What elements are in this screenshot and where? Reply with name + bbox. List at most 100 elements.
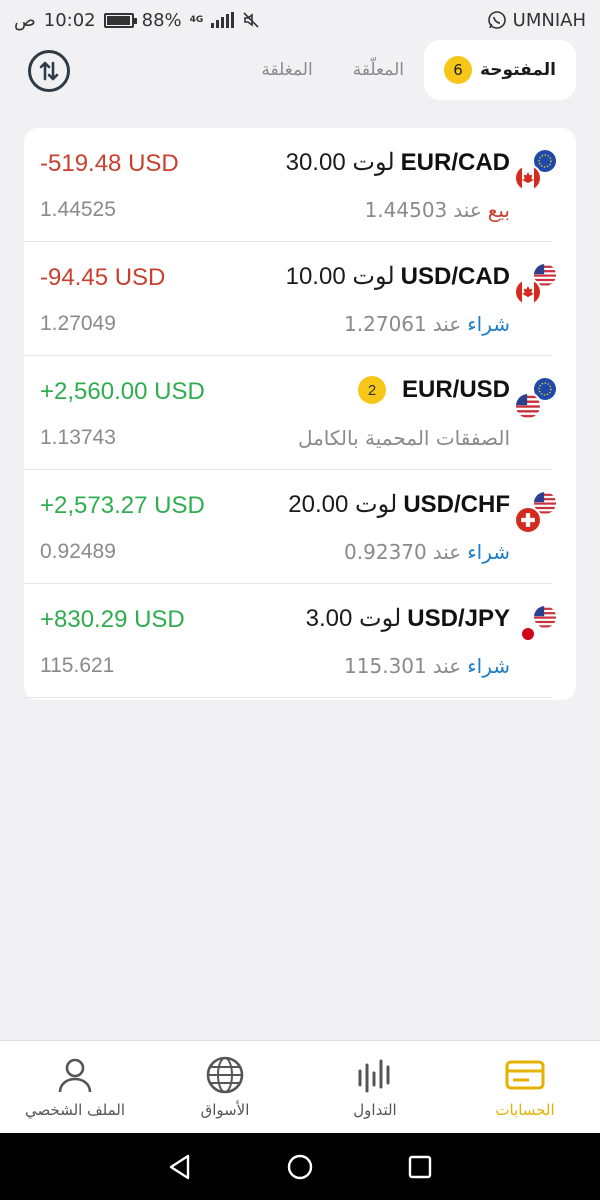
nav-trading-label: التداول bbox=[353, 1101, 397, 1119]
position-title: 10.00 لوت USD/CAD bbox=[286, 262, 510, 291]
status-bar: ص 10:02 88% 4G UMNIAH bbox=[0, 0, 600, 40]
position-lots: 30.00 لوت bbox=[285, 149, 395, 176]
bottom-nav: الملف الشخصي الأسواق التداول الحسابات bbox=[0, 1040, 600, 1133]
japan-flag-icon bbox=[514, 620, 542, 648]
status-time: 10:02 bbox=[43, 9, 96, 31]
position-current-price: 115.621 bbox=[40, 654, 115, 677]
position-row-usdjpy[interactable]: +830.29 USD 115.621 3.00 لوت USD/JPY شرا… bbox=[24, 584, 576, 698]
position-title: 2 EUR/USD bbox=[357, 376, 510, 404]
position-subtitle: الصفقات المحمية بالكامل bbox=[298, 426, 510, 450]
carrier-name: UMNIAH bbox=[512, 9, 586, 31]
positions-card: -519.48 USD 1.44525 30.00 لوت EUR/CAD بي… bbox=[24, 128, 576, 700]
signal-icon bbox=[211, 12, 235, 28]
network-type: 4G bbox=[189, 14, 204, 25]
position-count-badge: 2 bbox=[357, 376, 386, 404]
position-title: 20.00 لوت USD/CHF bbox=[288, 490, 510, 519]
tabs-bar: المغلقة المعلّقة 6 المفتوحة bbox=[241, 40, 576, 100]
recents-icon[interactable] bbox=[406, 1153, 434, 1181]
swiss-flag-icon bbox=[514, 506, 542, 534]
position-open-price: 115.301 bbox=[344, 654, 427, 678]
currency-flags bbox=[514, 148, 558, 192]
position-symbol: USD/JPY bbox=[407, 604, 510, 632]
position-row-usdcad[interactable]: -94.45 USD 1.27049 10.00 لوت USD/CAD شرا… bbox=[24, 242, 576, 356]
position-open-price: 0.92370 bbox=[344, 540, 427, 564]
position-side: شراء bbox=[467, 312, 510, 336]
nav-trading[interactable]: التداول bbox=[300, 1041, 450, 1133]
us-flag-icon bbox=[514, 392, 542, 420]
nav-markets[interactable]: الأسواق bbox=[150, 1041, 300, 1133]
nav-profile[interactable]: الملف الشخصي bbox=[0, 1041, 150, 1133]
position-subtitle: شراء عند 0.92370 bbox=[344, 540, 510, 564]
home-icon[interactable] bbox=[286, 1153, 314, 1181]
currency-flags bbox=[514, 262, 558, 306]
position-lots: 3.00 لوت bbox=[305, 605, 402, 632]
android-nav-bar bbox=[0, 1133, 600, 1200]
position-pnl: -519.48 USD bbox=[40, 150, 179, 177]
tab-open-count: 6 bbox=[443, 56, 472, 84]
position-symbol: USD/CHF bbox=[403, 490, 510, 518]
globe-icon bbox=[206, 1056, 244, 1094]
position-pnl: +2,573.27 USD bbox=[40, 492, 205, 519]
position-side: بيع bbox=[487, 198, 510, 222]
position-row-eurcad[interactable]: -519.48 USD 1.44525 30.00 لوت EUR/CAD بي… bbox=[24, 128, 576, 242]
whatsapp-icon bbox=[487, 11, 506, 29]
swap-arrows-icon bbox=[39, 61, 59, 81]
position-title: 30.00 لوت EUR/CAD bbox=[286, 148, 510, 177]
position-current-price: 1.13743 bbox=[40, 426, 116, 449]
position-open-price: 1.27061 bbox=[344, 312, 427, 336]
position-at: عند bbox=[453, 198, 482, 222]
position-pnl: +830.29 USD bbox=[40, 606, 185, 633]
position-at: عند bbox=[432, 540, 462, 564]
tab-closed[interactable]: المغلقة bbox=[241, 40, 332, 100]
status-left: ص 10:02 88% 4G bbox=[14, 10, 260, 31]
nav-accounts[interactable]: الحسابات bbox=[450, 1041, 600, 1133]
position-subtitle: شراء عند 115.301 bbox=[344, 654, 510, 678]
nav-profile-label: الملف الشخصي bbox=[25, 1101, 125, 1119]
position-symbol: EUR/USD bbox=[401, 376, 510, 403]
position-current-price: 0.92489 bbox=[40, 540, 116, 563]
currency-flags bbox=[514, 490, 558, 534]
back-icon[interactable] bbox=[166, 1153, 194, 1181]
position-current-price: 1.44525 bbox=[40, 198, 116, 221]
person-icon bbox=[58, 1058, 92, 1093]
canada-flag-icon bbox=[514, 278, 542, 306]
position-symbol: USD/CAD bbox=[400, 262, 510, 290]
top-header: المغلقة المعلّقة 6 المفتوحة bbox=[0, 40, 600, 104]
position-at: عند bbox=[432, 654, 462, 678]
row-divider bbox=[24, 697, 552, 698]
position-symbol: EUR/CAD bbox=[400, 148, 510, 176]
status-right: UMNIAH bbox=[487, 10, 586, 31]
position-side: شراء bbox=[467, 654, 510, 678]
tab-pending[interactable]: المعلّقة bbox=[333, 40, 424, 100]
tab-open-label: المفتوحة bbox=[479, 60, 556, 80]
position-pnl: +2,560.00 USD bbox=[40, 378, 205, 405]
sort-toggle-button[interactable] bbox=[28, 50, 70, 92]
protected-trades-label: الصفقات المحمية بالكامل bbox=[297, 426, 510, 450]
position-row-usdchf[interactable]: +2,573.27 USD 0.92489 20.00 لوت USD/CHF … bbox=[24, 470, 576, 584]
position-side: شراء bbox=[467, 540, 510, 564]
tab-open[interactable]: 6 المفتوحة bbox=[423, 40, 576, 100]
tab-pending-label: المعلّقة bbox=[352, 60, 404, 80]
nav-accounts-label: الحسابات bbox=[495, 1101, 555, 1119]
mute-icon bbox=[243, 12, 259, 28]
position-lots: 10.00 لوت bbox=[285, 263, 395, 290]
currency-flags bbox=[514, 376, 558, 420]
position-lots: 20.00 لوت bbox=[288, 491, 398, 518]
battery-icon bbox=[103, 12, 137, 28]
position-open-price: 1.44503 bbox=[364, 198, 448, 222]
position-row-eurusd[interactable]: +2,560.00 USD 1.13743 2 EUR/USD الصفقات … bbox=[24, 356, 576, 470]
battery-percent: 88% bbox=[141, 9, 182, 31]
position-subtitle: بيع عند 1.44503 bbox=[365, 198, 510, 222]
position-subtitle: شراء عند 1.27061 bbox=[344, 312, 510, 336]
canada-flag-icon bbox=[514, 164, 542, 192]
position-title: 3.00 لوت USD/JPY bbox=[306, 604, 510, 633]
nav-markets-label: الأسواق bbox=[200, 1101, 250, 1119]
position-pnl: -94.45 USD bbox=[40, 264, 166, 291]
currency-flags bbox=[514, 604, 558, 648]
tab-closed-label: المغلقة bbox=[261, 60, 313, 80]
position-at: عند bbox=[432, 312, 462, 336]
position-current-price: 1.27049 bbox=[40, 312, 116, 335]
wallet-card-icon bbox=[505, 1060, 545, 1090]
status-period: ص bbox=[14, 9, 36, 31]
chart-bars-icon bbox=[358, 1059, 390, 1093]
